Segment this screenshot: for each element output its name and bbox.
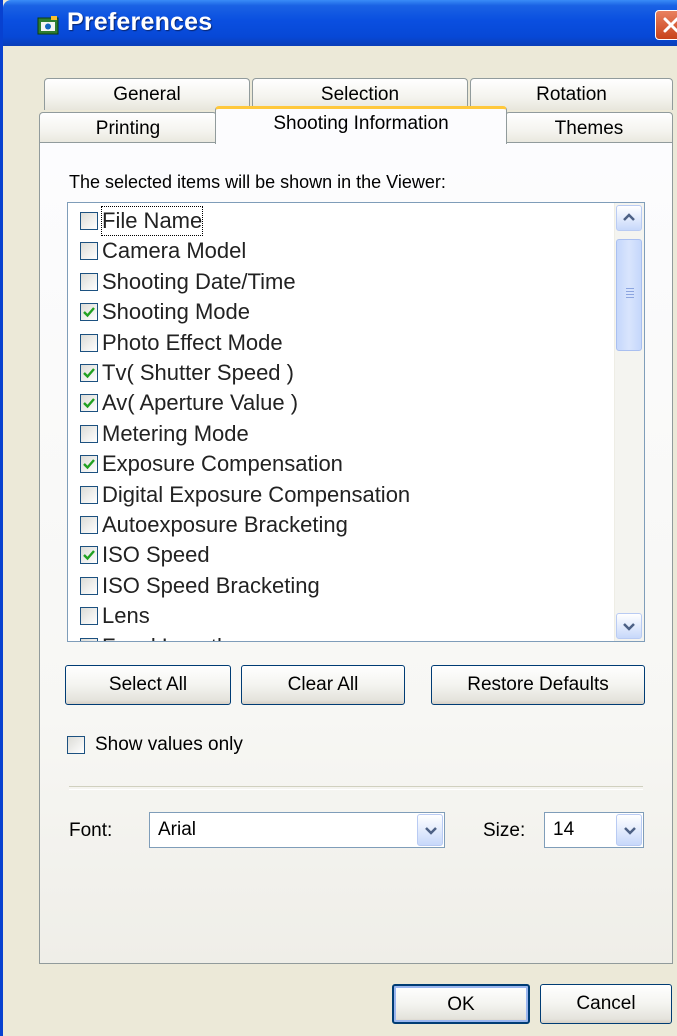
- restore-defaults-button[interactable]: Restore Defaults: [431, 665, 645, 705]
- item-label: Focal Length: [102, 633, 229, 641]
- checkmark-icon: [83, 550, 95, 561]
- preferences-window: Preferences General Selection Rotation P…: [0, 0, 677, 1036]
- item-label: Shooting Date/Time: [102, 268, 296, 294]
- close-icon: [663, 17, 677, 33]
- item-checkbox[interactable]: [80, 303, 98, 322]
- show-values-only-box[interactable]: [67, 736, 85, 754]
- items-listbox[interactable]: File Name Camera Model Shooting Date/Time S…: [67, 202, 645, 642]
- select-all-button[interactable]: Select All: [65, 665, 231, 705]
- app-icon: [37, 16, 59, 35]
- item-label: Photo Effect Mode: [102, 329, 283, 355]
- ok-button[interactable]: OK: [392, 984, 530, 1024]
- item-checkbox[interactable]: [80, 424, 98, 443]
- item-checkbox[interactable]: [80, 242, 98, 261]
- chevron-up-icon: [623, 213, 635, 221]
- tab-themes[interactable]: Themes: [505, 112, 673, 144]
- checkmark-icon: [83, 459, 95, 470]
- item-label: Lens: [102, 603, 150, 629]
- divider: [69, 786, 643, 790]
- show-values-only-label: Show values only: [95, 734, 243, 755]
- size-value: 14: [553, 819, 575, 840]
- tab-printing[interactable]: Printing: [39, 112, 217, 144]
- item-label: Av( Aperture Value ): [102, 390, 299, 416]
- item-label: Autoexposure Bracketing: [102, 512, 348, 537]
- scroll-down-button[interactable]: [616, 613, 642, 639]
- clear-all-button[interactable]: Clear All: [241, 665, 405, 705]
- font-select[interactable]: Arial: [149, 812, 445, 848]
- item-label: Tv( Shutter Speed ): [102, 360, 294, 385]
- scroll-up-button[interactable]: [616, 205, 642, 231]
- font-label: Font:: [69, 820, 113, 841]
- window-title: Preferences: [67, 8, 213, 36]
- item-label: ISO Speed: [102, 542, 210, 568]
- checkmark-icon: [83, 368, 95, 379]
- size-label: Size:: [483, 820, 526, 841]
- tab-shooting-information[interactable]: Shooting Information: [215, 106, 507, 144]
- font-value: Arial: [158, 819, 197, 840]
- size-dropdown-button[interactable]: [616, 814, 642, 846]
- checkmark-icon: [82, 640, 96, 642]
- item-label: Exposure Compensation: [102, 451, 343, 477]
- size-select[interactable]: 14: [544, 812, 644, 848]
- chevron-down-icon: [623, 623, 635, 631]
- item-label: File Name: [100, 206, 204, 236]
- checkmark-icon: [83, 398, 95, 409]
- item-checkbox[interactable]: [80, 455, 98, 474]
- item-label: Camera Model: [102, 238, 247, 264]
- item-label: ISO Speed Bracketing: [102, 572, 320, 598]
- font-dropdown-button[interactable]: [417, 814, 443, 846]
- item-checkbox[interactable]: [80, 272, 98, 291]
- item-checkbox[interactable]: [80, 637, 98, 642]
- item-checkbox[interactable]: [80, 607, 98, 626]
- item-checkbox[interactable]: [80, 485, 98, 504]
- close-button[interactable]: [655, 10, 677, 40]
- item-checkbox[interactable]: [80, 394, 98, 413]
- cancel-button[interactable]: Cancel: [540, 984, 672, 1024]
- item-label: Shooting Mode: [102, 299, 250, 325]
- item-checkbox[interactable]: [80, 364, 98, 382]
- vertical-scrollbar[interactable]: [614, 203, 644, 641]
- scroll-thumb[interactable]: [616, 239, 642, 351]
- item-label: Metering Mode: [102, 420, 249, 446]
- chevron-down-icon: [624, 827, 636, 835]
- item-checkbox[interactable]: [80, 516, 98, 534]
- chevron-down-icon: [425, 827, 437, 835]
- instruction-text: The selected items will be shown in the …: [69, 172, 446, 192]
- title-bar[interactable]: Preferences: [3, 0, 677, 46]
- item-checkbox[interactable]: [80, 576, 98, 595]
- item-label: Digital Exposure Compensation: [102, 481, 411, 507]
- checkmark-icon: [83, 307, 95, 318]
- item-checkbox[interactable]: [80, 546, 98, 565]
- item-checkbox[interactable]: [80, 333, 98, 352]
- item-checkbox[interactable]: [80, 212, 98, 230]
